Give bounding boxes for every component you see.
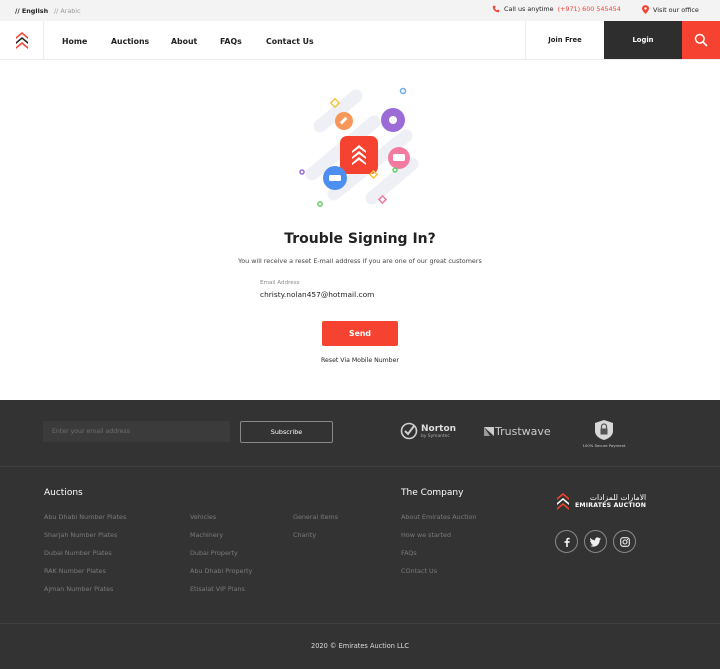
- secure-payment-label: 100% Secure Payment: [582, 443, 626, 448]
- instagram-icon: [619, 536, 630, 547]
- login-button[interactable]: Login: [604, 21, 682, 59]
- footer: Enter your email address Subscribe Norto…: [0, 400, 720, 669]
- footer-divider: [0, 466, 720, 467]
- facebook-icon: [564, 537, 570, 547]
- nav-about[interactable]: About: [171, 37, 197, 46]
- footer-brand-logo[interactable]: الامارات للمزادات EMIRATES AUCTION: [556, 492, 646, 510]
- auctions-links-col1: Abu Dhabi Number Plates Sharjah Number P…: [44, 513, 126, 603]
- call-label: Call us anytime: [504, 5, 554, 13]
- footer-link[interactable]: COntact Us: [401, 567, 476, 585]
- footer-link[interactable]: Machinery: [190, 531, 252, 549]
- phone-number[interactable]: (+971) 600 545454: [558, 5, 621, 13]
- language-english-link[interactable]: // English: [15, 7, 48, 15]
- auctions-heading: Auctions: [44, 488, 83, 498]
- company-links: About Emirates Auction How we started FA…: [401, 513, 476, 585]
- footer-link[interactable]: Abu Dhabi Property: [190, 567, 252, 585]
- page-title: Trouble Signing In?: [284, 231, 436, 247]
- lock-icon: [595, 420, 613, 440]
- nav-faqs[interactable]: FAQs: [220, 37, 242, 46]
- footer-link[interactable]: Dubai Property: [190, 549, 252, 567]
- footer-link[interactable]: Dubai Number Plates: [44, 549, 126, 567]
- brand-arabic: الامارات للمزادات: [589, 493, 647, 502]
- footer-link[interactable]: Etisalat VIP Plans: [190, 585, 252, 603]
- search-button[interactable]: [682, 21, 720, 59]
- visit-label: Visit our office: [653, 5, 699, 14]
- newsletter-email-input[interactable]: Enter your email address: [43, 421, 230, 442]
- location-pin-icon: [642, 5, 649, 14]
- auctions-links-col3: General Items Charity: [293, 513, 338, 549]
- language-arabic-link[interactable]: // Arabic: [54, 7, 81, 15]
- phone-icon: [492, 5, 500, 13]
- join-free-button[interactable]: Join Free: [525, 21, 604, 59]
- footer-link[interactable]: RAK Number Plates: [44, 567, 126, 585]
- email-field-label: Email Address: [260, 280, 300, 286]
- brand-name: EMIRATES AUCTION: [575, 502, 647, 509]
- footer-link[interactable]: Charity: [293, 531, 338, 549]
- trustwave-name: Trustwave: [495, 425, 551, 438]
- footer-link[interactable]: About Emirates Auction: [401, 513, 476, 531]
- trouble-signing-in-section: Trouble Signing In? You will receive a r…: [0, 60, 720, 400]
- twitter-icon: [590, 536, 601, 547]
- footer-link[interactable]: Abu Dhabi Number Plates: [44, 513, 126, 531]
- footer-link[interactable]: Sharjah Number Plates: [44, 531, 126, 549]
- footer-link[interactable]: Ajman Number Plates: [44, 585, 126, 603]
- norton-name: Norton: [421, 423, 457, 434]
- company-heading: The Company: [401, 488, 464, 498]
- page-subtitle: You will receive a reset E-mail address …: [238, 257, 482, 265]
- call-us[interactable]: Call us anytime (+971) 600 545454: [492, 5, 621, 13]
- reset-via-mobile-link[interactable]: Reset Via Mobile Number: [0, 357, 720, 364]
- subscribe-button[interactable]: Subscribe: [240, 421, 333, 443]
- chevron-logo-icon: [557, 493, 569, 510]
- norton-badge: Norton by Symantec: [400, 422, 456, 440]
- norton-check-icon: [400, 422, 418, 440]
- norton-sub: by Symantec: [421, 433, 450, 439]
- auctions-links-col2: Vehicles Machinery Dubai Property Abu Dh…: [190, 513, 252, 603]
- main-navigation: Home Auctions About FAQs Contact Us Join…: [0, 21, 720, 60]
- footer-divider-bottom: [0, 623, 720, 624]
- chevron-logo-icon: [15, 32, 28, 49]
- visit-office[interactable]: Visit our office: [642, 5, 699, 14]
- secure-payment-badge: 100% Secure Payment: [580, 419, 628, 448]
- top-bar: // English // Arabic Call us anytime (+9…: [0, 0, 720, 21]
- nav-contact-us[interactable]: Contact Us: [266, 37, 314, 46]
- facebook-button[interactable]: [555, 530, 578, 553]
- site-logo[interactable]: [0, 21, 44, 59]
- nav-auctions[interactable]: Auctions: [111, 37, 149, 46]
- trouble-signing-in-illustration: [299, 87, 419, 207]
- footer-link[interactable]: Vehicles: [190, 513, 252, 531]
- trustwave-icon: [484, 427, 494, 436]
- nav-home[interactable]: Home: [62, 37, 87, 46]
- search-icon: [694, 33, 708, 47]
- trustwave-badge: Trustwave: [484, 425, 551, 438]
- send-button[interactable]: Send: [322, 321, 398, 346]
- footer-link[interactable]: How we started: [401, 531, 476, 549]
- instagram-button[interactable]: [613, 530, 636, 553]
- footer-link[interactable]: General Items: [293, 513, 338, 531]
- twitter-button[interactable]: [584, 530, 607, 553]
- copyright-text: 2020 © Emirates Auction LLC: [311, 642, 409, 650]
- email-field[interactable]: christy.nolan457@hotmail.com: [260, 290, 374, 299]
- footer-link[interactable]: FAQs: [401, 549, 476, 567]
